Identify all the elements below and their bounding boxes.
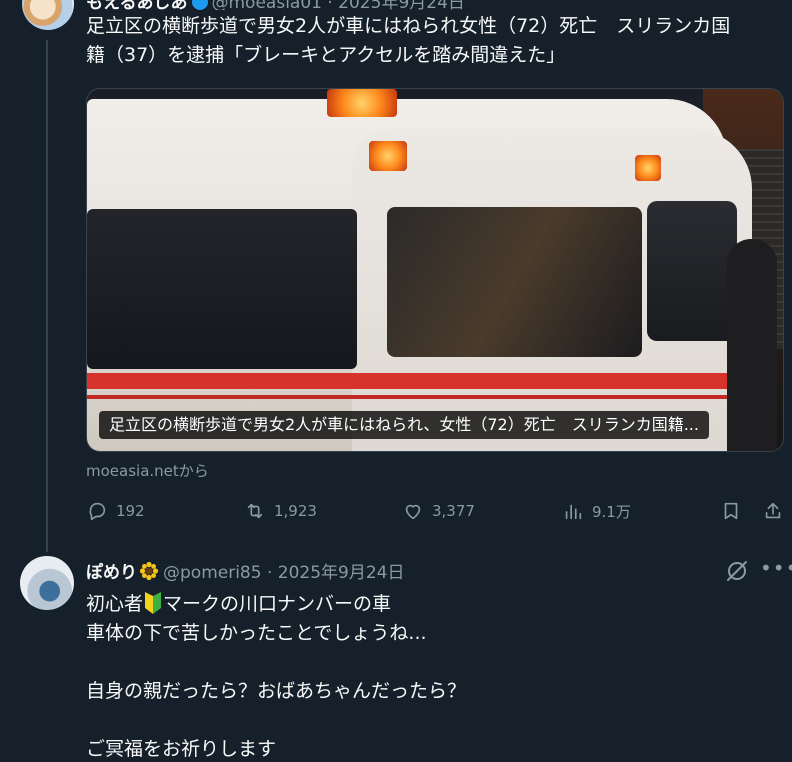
view-count: 9.1万: [592, 502, 631, 521]
like-count: 3,377: [432, 502, 475, 520]
retweet-count: 1,923: [274, 502, 317, 520]
tweet-text: 初心者 マークの川口ナンバーの車 車体の下で苦しかったことでしょうね... 自身…: [86, 590, 776, 762]
tweet-header: ぽめり @pomeri85 · 2025年9月24日: [86, 558, 404, 583]
card-caption: 足立区の横断歩道で男女2人が車にはねられ、女性（72）死亡 スリランカ国籍...: [99, 411, 709, 439]
link-card[interactable]: 足立区の横断歩道で男女2人が車にはねられ、女性（72）死亡 スリランカ国籍...: [86, 88, 784, 452]
ambulance-photo: [87, 89, 783, 451]
views-button[interactable]: 9.1万: [562, 496, 631, 526]
tweet-text: 足立区の横断歩道で男女2人が車にはねられ女性（72）死亡 スリランカ国 籍（37…: [86, 12, 776, 70]
reply-icon: [89, 502, 106, 521]
more-options-icon[interactable]: •••: [760, 556, 792, 580]
share-icon: [765, 502, 781, 519]
tweet-text-line: 車体の下で苦しかったことでしょうね...: [86, 622, 427, 644]
reply-button[interactable]: 192: [86, 496, 145, 526]
heart-icon: [405, 504, 421, 520]
tweet-text-line: 自身の親だったら？おばあちゃんだったら？: [86, 680, 467, 702]
tweet-header: もえるあじあ @moeasia01 · 2025年9月24日: [86, 0, 726, 10]
beginner-driver-mark-icon: [145, 592, 162, 614]
author-handle-and-date[interactable]: @pomeri85 · 2025年9月24日: [163, 563, 404, 583]
card-source[interactable]: moeasia.netから: [86, 460, 209, 481]
reply-count: 192: [116, 502, 145, 520]
bookmark-icon: [724, 502, 738, 520]
author-name[interactable]: ぽめり: [86, 563, 137, 583]
retweet-icon: [247, 503, 263, 519]
retweet-button[interactable]: 1,923: [244, 496, 317, 526]
sunflower-icon: [139, 561, 159, 581]
tweet-text-line: ご冥福をお祈りします: [86, 738, 277, 760]
author-name[interactable]: もえるあじあ: [86, 0, 188, 10]
share-button[interactable]: [762, 496, 792, 526]
thread-line: [46, 40, 48, 552]
tweet-actions: 192 1,923 3,377 9.1万: [86, 496, 792, 526]
avatar[interactable]: [20, 556, 74, 610]
tweet-text-line: 初心者 マークの川口ナンバーの車: [86, 592, 392, 615]
grok-icon[interactable]: [724, 558, 750, 584]
avatar[interactable]: [22, 0, 74, 30]
analytics-icon: [565, 504, 582, 520]
like-button[interactable]: 3,377: [402, 496, 475, 526]
author-handle[interactable]: @moeasia01 · 2025年9月24日: [212, 0, 465, 10]
tweet-text-line: 足立区の横断歩道で男女2人が車にはねられ女性（72）死亡 スリランカ国: [86, 15, 731, 37]
bookmark-button[interactable]: [720, 496, 750, 526]
verified-badge-icon: [191, 0, 208, 10]
tweet-text-line: 籍（37）を逮捕「ブレーキとアクセルを踏み間違えた」: [86, 44, 566, 66]
